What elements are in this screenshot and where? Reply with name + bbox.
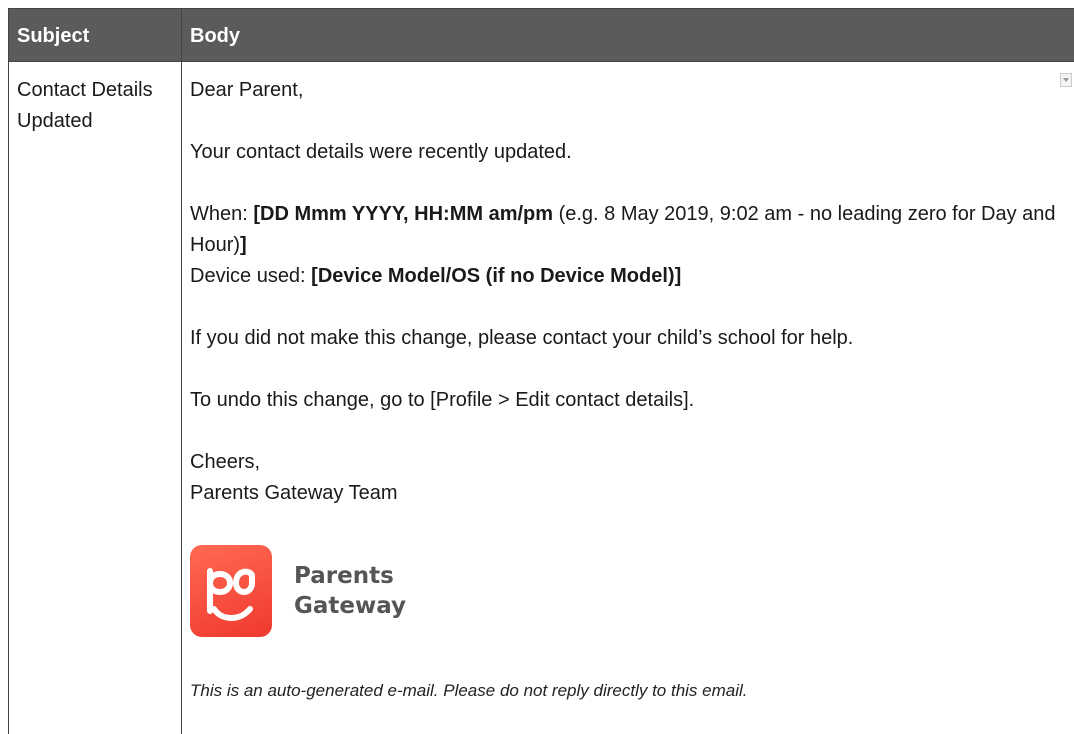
parents-gateway-logo-icon — [190, 545, 272, 637]
contact-school-text: If you did not make this change, please … — [190, 327, 854, 349]
undo-text: To undo this change, go to [Profile > Ed… — [190, 389, 695, 411]
logo-wordmark: Parents Gateway — [294, 561, 406, 621]
column-divider — [181, 9, 182, 734]
subject-line-1: Contact Details — [17, 79, 153, 101]
greeting: Dear Parent, — [190, 79, 304, 101]
logo-line-1: Parents — [294, 563, 394, 589]
device-line: Device used: [Device Model/OS (if no Dev… — [190, 261, 1070, 292]
subject-line-2: Updated — [17, 110, 93, 132]
email-template-table: Subject Body Contact Details Updated Dea… — [8, 8, 1074, 734]
header-subject: Subject — [17, 25, 90, 47]
logo-line-2: Gateway — [294, 593, 407, 619]
device-value: [Device Model/OS (if no Device Model)] — [311, 265, 682, 287]
device-label: Device used: — [190, 265, 312, 287]
footer-disclaimer: This is an auto-generated e-mail. Please… — [190, 681, 748, 700]
body-cell: Dear Parent, Your contact details were r… — [190, 75, 1070, 703]
table-header-row: Subject Body — [9, 9, 1074, 62]
when-value: [DD Mmm YYYY, HH:MM am/pm — [253, 203, 554, 225]
signoff: Cheers, — [190, 451, 261, 473]
header-body: Body — [190, 25, 240, 47]
when-label: When: — [190, 203, 254, 225]
intro-text: Your contact details were recently updat… — [190, 141, 572, 163]
team-name: Parents Gateway Team — [190, 482, 398, 504]
subject-cell: Contact Details Updated — [17, 75, 175, 137]
parents-gateway-logo: Parents Gateway — [190, 545, 1070, 637]
when-line: When: [DD Mmm YYYY, HH:MM am/pm (e.g. 8 … — [190, 199, 1070, 261]
when-close: ] — [240, 234, 247, 256]
